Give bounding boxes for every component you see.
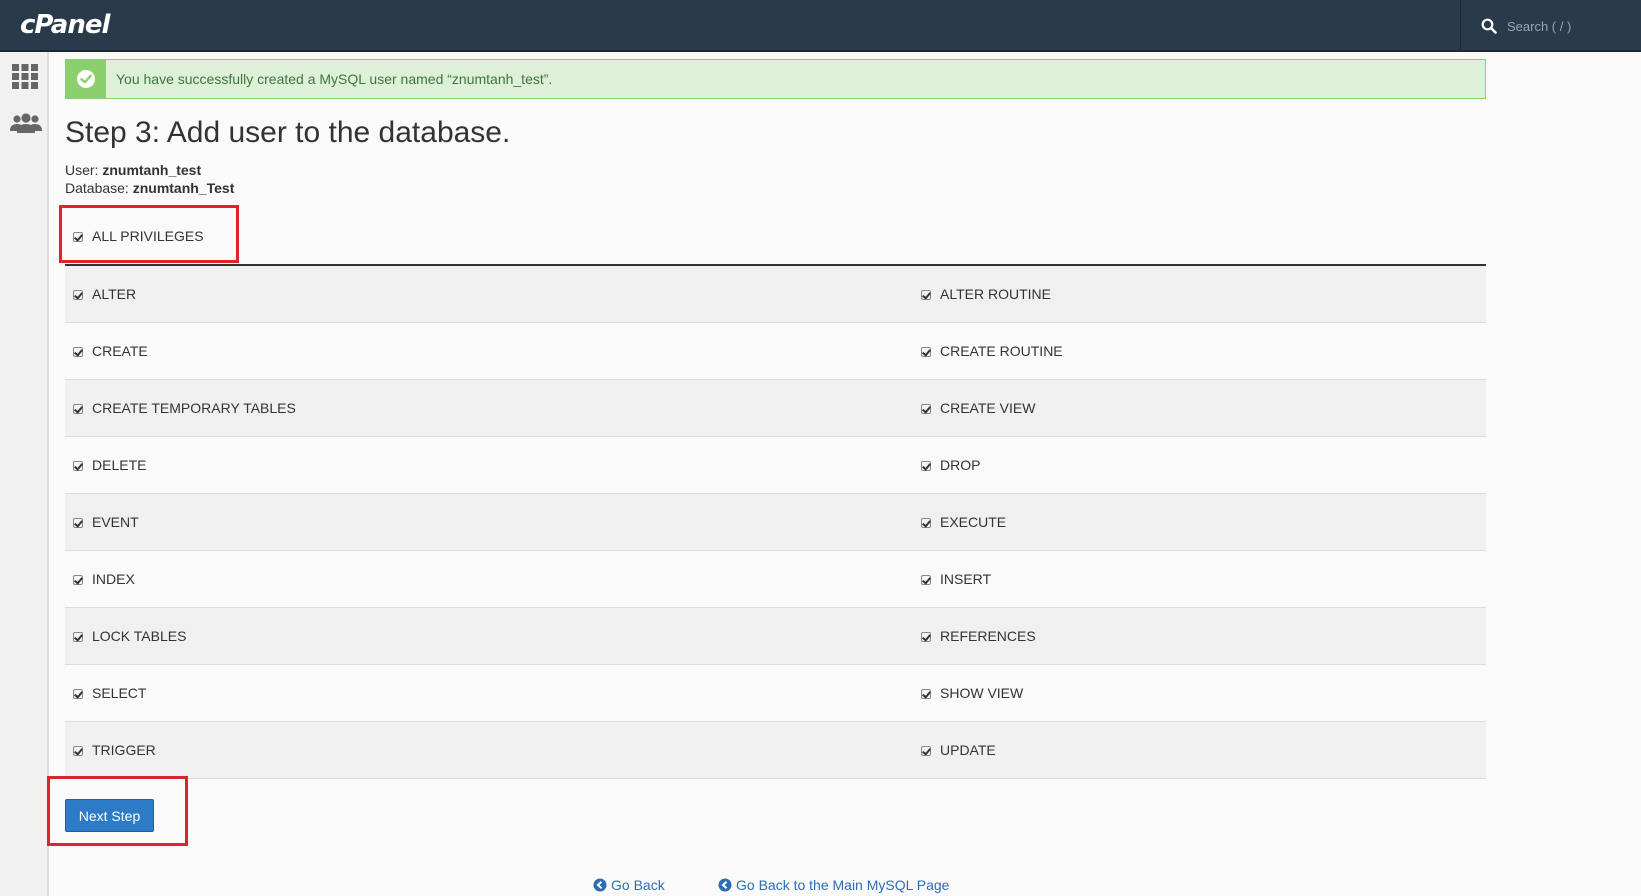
cpanel-logo[interactable]: cPanel bbox=[20, 10, 110, 40]
page-title: Step 3: Add user to the database. bbox=[65, 116, 511, 149]
privilege-label: EVENT bbox=[92, 514, 139, 530]
privilege-checkbox[interactable] bbox=[73, 746, 83, 757]
privilege-checkbox[interactable] bbox=[921, 461, 931, 472]
privileges-table: ALTER ALTER ROUTINE CREATE CREATE ROUTINE CR… bbox=[65, 264, 1486, 779]
privilege-row: TRIGGER UPDATE bbox=[65, 722, 1486, 779]
privilege-checkbox[interactable] bbox=[73, 461, 83, 472]
database-info: Database: znumtanh_Test bbox=[65, 180, 234, 196]
privilege-row: CREATE TEMPORARY TABLES CREATE VIEW bbox=[65, 380, 1486, 437]
privilege-option[interactable]: DROP bbox=[913, 437, 980, 493]
privilege-option[interactable]: SHOW VIEW bbox=[913, 665, 1023, 721]
success-alert: You have successfully created a MySQL us… bbox=[65, 59, 1486, 99]
user-value: znumtanh_test bbox=[102, 162, 202, 178]
privilege-label: INDEX bbox=[92, 571, 135, 587]
privilege-option[interactable]: UPDATE bbox=[913, 722, 996, 778]
privilege-label: CREATE bbox=[92, 343, 148, 359]
privilege-checkbox[interactable] bbox=[73, 347, 83, 358]
privilege-label: TRIGGER bbox=[92, 742, 156, 758]
user-info: User: znumtanh_test bbox=[65, 162, 201, 178]
privilege-checkbox[interactable] bbox=[921, 404, 931, 415]
privilege-row: INDEX INSERT bbox=[65, 551, 1486, 608]
search-area[interactable] bbox=[1460, 0, 1641, 52]
privilege-label: LOCK TABLES bbox=[92, 628, 187, 644]
privilege-option[interactable]: CREATE VIEW bbox=[913, 380, 1035, 436]
privilege-row: CREATE CREATE ROUTINE bbox=[65, 323, 1486, 380]
privilege-option[interactable]: CREATE ROUTINE bbox=[913, 323, 1063, 379]
user-label: User: bbox=[65, 162, 99, 178]
search-input[interactable] bbox=[1507, 19, 1627, 34]
privilege-option[interactable]: LOCK TABLES bbox=[65, 608, 186, 664]
privilege-label: REFERENCES bbox=[940, 628, 1036, 644]
alert-icon-box bbox=[66, 60, 106, 98]
privilege-checkbox[interactable] bbox=[921, 689, 931, 700]
privilege-label: CREATE VIEW bbox=[940, 400, 1036, 416]
privilege-label: SHOW VIEW bbox=[940, 685, 1024, 701]
privilege-option[interactable]: ALTER ROUTINE bbox=[913, 266, 1051, 322]
privilege-checkbox[interactable] bbox=[921, 575, 931, 586]
privilege-option[interactable]: INDEX bbox=[65, 551, 135, 607]
privilege-option[interactable]: EXECUTE bbox=[913, 494, 1006, 550]
privilege-label: ALTER ROUTINE bbox=[940, 286, 1051, 302]
privilege-row: ALTER ALTER ROUTINE bbox=[65, 266, 1486, 323]
highlight-box-next-step bbox=[47, 776, 188, 846]
users-icon[interactable] bbox=[9, 110, 43, 138]
database-label: Database: bbox=[65, 180, 129, 196]
privilege-label: EXECUTE bbox=[940, 514, 1007, 530]
main-mysql-page-label: Go Back to the Main MySQL Page bbox=[736, 877, 950, 893]
privilege-option[interactable]: CREATE bbox=[65, 323, 148, 379]
arrow-circle-left-icon bbox=[593, 878, 607, 892]
privilege-row: DELETE DROP bbox=[65, 437, 1486, 494]
privilege-checkbox[interactable] bbox=[921, 290, 931, 301]
privilege-option[interactable]: DELETE bbox=[65, 437, 146, 493]
privilege-checkbox[interactable] bbox=[73, 404, 83, 415]
privilege-checkbox[interactable] bbox=[73, 290, 83, 301]
privilege-label: UPDATE bbox=[940, 742, 996, 758]
privilege-row: LOCK TABLES REFERENCES bbox=[65, 608, 1486, 665]
privilege-row: EVENT EXECUTE bbox=[65, 494, 1486, 551]
highlight-box-all-privileges bbox=[59, 205, 239, 263]
privilege-option[interactable]: INSERT bbox=[913, 551, 991, 607]
sidebar bbox=[0, 52, 49, 896]
privilege-option[interactable]: CREATE TEMPORARY TABLES bbox=[65, 380, 296, 436]
privilege-option[interactable]: EVENT bbox=[65, 494, 139, 550]
main-mysql-page-link[interactable]: Go Back to the Main MySQL Page bbox=[718, 877, 949, 893]
privilege-checkbox[interactable] bbox=[73, 575, 83, 586]
database-value: znumtanh_Test bbox=[132, 180, 235, 196]
privilege-option[interactable]: ALTER bbox=[65, 266, 136, 322]
privilege-checkbox[interactable] bbox=[73, 518, 83, 529]
privilege-checkbox[interactable] bbox=[921, 518, 931, 529]
check-circle-icon bbox=[77, 70, 95, 88]
arrow-circle-left-icon bbox=[718, 878, 732, 892]
privilege-checkbox[interactable] bbox=[921, 746, 931, 757]
privilege-option[interactable]: TRIGGER bbox=[65, 722, 156, 778]
privilege-label: CREATE TEMPORARY TABLES bbox=[92, 400, 296, 416]
privilege-label: DELETE bbox=[92, 457, 147, 473]
privilege-checkbox[interactable] bbox=[921, 347, 931, 358]
privilege-label: CREATE ROUTINE bbox=[940, 343, 1063, 359]
privilege-row: SELECT SHOW VIEW bbox=[65, 665, 1486, 722]
privilege-label: INSERT bbox=[940, 571, 992, 587]
privilege-option[interactable]: REFERENCES bbox=[913, 608, 1036, 664]
go-back-label: Go Back bbox=[611, 877, 665, 893]
privilege-checkbox[interactable] bbox=[73, 689, 83, 700]
top-navbar: cPanel bbox=[0, 0, 1641, 52]
privilege-label: ALTER bbox=[92, 286, 137, 302]
grid-icon[interactable] bbox=[11, 62, 39, 90]
search-icon bbox=[1481, 18, 1497, 34]
privilege-option[interactable]: SELECT bbox=[65, 665, 146, 721]
privilege-label: SELECT bbox=[92, 685, 147, 701]
privilege-checkbox[interactable] bbox=[921, 632, 931, 643]
go-back-link[interactable]: Go Back bbox=[593, 877, 665, 893]
privilege-checkbox[interactable] bbox=[73, 632, 83, 643]
alert-message: You have successfully created a MySQL us… bbox=[116, 71, 553, 87]
privilege-label: DROP bbox=[940, 457, 981, 473]
